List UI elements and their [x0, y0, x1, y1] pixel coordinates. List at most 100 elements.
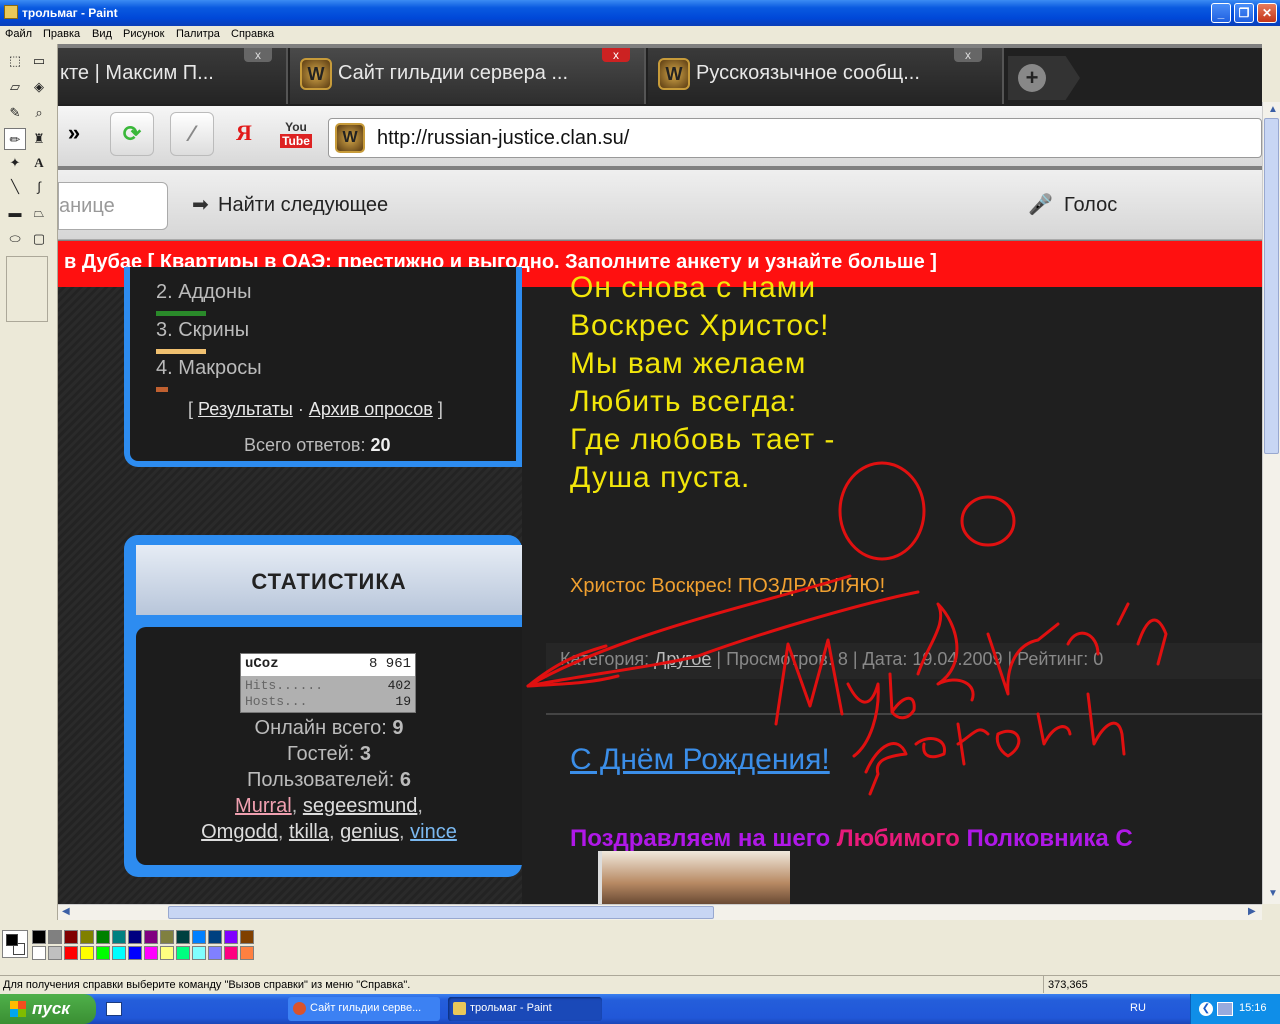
show-desktop-icon[interactable] — [106, 1002, 122, 1016]
paint-canvas[interactable]: кте | Максим П... x W Сайт гильдии серве… — [58, 44, 1262, 904]
palette-swatch[interactable] — [160, 930, 174, 944]
menu-edit[interactable]: Правка — [43, 28, 80, 40]
category-link[interactable]: Другое — [654, 649, 711, 669]
palette-swatch[interactable] — [224, 946, 238, 960]
magnifier-icon[interactable]: ⌕ — [28, 102, 50, 124]
scroll-up-icon[interactable]: ▲ — [1268, 104, 1278, 115]
palette-swatch[interactable] — [80, 946, 94, 960]
current-colors[interactable] — [2, 930, 28, 958]
horizontal-scroll-thumb[interactable] — [168, 906, 714, 919]
palette-swatch[interactable] — [32, 946, 46, 960]
palette-swatch[interactable] — [240, 946, 254, 960]
palette-swatch[interactable] — [64, 946, 78, 960]
palette-swatch[interactable] — [144, 946, 158, 960]
palette-swatch[interactable] — [224, 930, 238, 944]
browser-tab[interactable]: кте | Максим П... x — [58, 48, 288, 104]
palette-swatch[interactable] — [48, 946, 62, 960]
results-link[interactable]: Результаты — [198, 399, 293, 419]
forward-icon[interactable]: » — [58, 112, 96, 156]
palette-swatch[interactable] — [96, 930, 110, 944]
palette-swatch[interactable] — [240, 930, 254, 944]
clock[interactable]: 15:16 — [1239, 1002, 1267, 1014]
address-bar[interactable]: W http://russian-justice.clan.su/ — [328, 118, 1262, 158]
menu-file[interactable]: Файл — [5, 28, 32, 40]
palette-swatch[interactable] — [160, 946, 174, 960]
user-link[interactable]: genius — [340, 821, 399, 843]
find-input[interactable]: анице — [58, 182, 168, 230]
new-tab-button[interactable]: + — [1008, 56, 1080, 100]
menu-palette[interactable]: Палитра — [176, 28, 220, 40]
menu-image[interactable]: Рисунок — [123, 28, 165, 40]
polygon-icon[interactable]: ⏢ — [28, 202, 50, 224]
select-rect-icon[interactable]: ▭ — [28, 50, 50, 72]
tab-close-icon[interactable]: x — [954, 48, 982, 62]
palette-swatch[interactable] — [192, 946, 206, 960]
minimize-button[interactable]: _ — [1211, 3, 1231, 23]
palette-swatch[interactable] — [32, 930, 46, 944]
palette-swatch[interactable] — [96, 946, 110, 960]
palette-swatch[interactable] — [48, 930, 62, 944]
voice-button[interactable]: 🎤 Голос — [1028, 192, 1117, 217]
palette-swatch[interactable] — [176, 946, 190, 960]
youtube-icon[interactable]: You Tube — [274, 112, 318, 156]
close-button[interactable]: ✕ — [1257, 3, 1277, 23]
taskbar-item-paint[interactable]: трольмаг - Paint — [448, 997, 602, 1021]
scroll-down-icon[interactable]: ▼ — [1268, 888, 1278, 899]
user-link[interactable]: segeesmund — [303, 795, 418, 817]
palette-swatch[interactable] — [128, 946, 142, 960]
browser-tab[interactable]: W Русскоязычное сообщ... x — [648, 48, 1004, 104]
rectangle-icon[interactable]: ▬ — [4, 202, 26, 224]
vertical-scrollbar[interactable]: ▲ ▼ — [1262, 102, 1280, 904]
horizontal-scrollbar[interactable]: ◀ ▶ — [58, 904, 1262, 920]
palette-swatch[interactable] — [80, 930, 94, 944]
vertical-scroll-thumb[interactable] — [1264, 118, 1279, 454]
scroll-left-icon[interactable]: ◀ — [62, 906, 70, 917]
palette-swatch[interactable] — [64, 930, 78, 944]
palette-swatch[interactable] — [112, 930, 126, 944]
user-link[interactable]: vince — [410, 821, 457, 843]
tab-close-icon[interactable]: x — [244, 48, 272, 62]
user-link[interactable]: tkilla — [289, 821, 329, 843]
palette-swatch[interactable] — [208, 946, 222, 960]
airbrush-icon[interactable]: ✦ — [4, 152, 26, 174]
palette-swatch[interactable] — [208, 930, 222, 944]
reload-icon[interactable]: ⟳ — [110, 112, 154, 156]
tab-close-icon[interactable]: x — [602, 48, 630, 62]
ucoz-counter[interactable]: uCoz 8 961 Hits...... 402 Hosts... 19 — [240, 653, 416, 713]
brush-icon[interactable]: ♜ — [28, 128, 50, 150]
menu-view[interactable]: Вид — [92, 28, 112, 40]
palette-swatch[interactable] — [176, 930, 190, 944]
eraser-icon[interactable]: ▱ — [4, 76, 26, 98]
tool-options-box[interactable] — [6, 256, 48, 322]
palette-swatch[interactable] — [144, 930, 158, 944]
user-link[interactable]: Omgodd — [201, 821, 278, 843]
palette-swatch[interactable] — [128, 930, 142, 944]
birthday-post-link[interactable]: С Днём Рождения! — [570, 743, 830, 777]
palette-swatch[interactable] — [192, 930, 206, 944]
text-icon[interactable]: A — [28, 152, 50, 174]
pen-icon[interactable]: ⁄ — [170, 112, 214, 156]
find-next-label: Найти следующее — [218, 194, 389, 216]
ellipse-icon[interactable]: ⬭ — [4, 228, 26, 250]
line-icon[interactable]: ╲ — [4, 176, 26, 198]
select-free-icon[interactable]: ⬚ — [4, 50, 26, 72]
language-indicator[interactable]: RU — [1130, 1002, 1146, 1014]
network-icon[interactable] — [1217, 1002, 1233, 1016]
browser-tab-active[interactable]: W Сайт гильдии сервера ... x — [290, 48, 646, 104]
find-next-button[interactable]: ➡ Найти следующее — [192, 192, 388, 217]
maximize-button[interactable]: ❐ — [1234, 3, 1254, 23]
picker-icon[interactable]: ✎ — [4, 102, 26, 124]
fill-icon[interactable]: ◈ — [28, 76, 50, 98]
start-button[interactable]: пуск — [0, 994, 96, 1024]
user-link[interactable]: Murral — [235, 795, 292, 817]
taskbar-item-browser[interactable]: Сайт гильдии серве... — [288, 997, 440, 1021]
menu-help[interactable]: Справка — [231, 28, 274, 40]
curve-icon[interactable]: ∫ — [28, 176, 50, 198]
tray-expand-icon[interactable]: ❮ — [1199, 1002, 1213, 1016]
yandex-icon[interactable]: Я — [222, 112, 266, 156]
archive-link[interactable]: Архив опросов — [309, 399, 433, 419]
scroll-right-icon[interactable]: ▶ — [1248, 906, 1256, 917]
pencil-icon[interactable]: ✏ — [4, 128, 26, 150]
palette-swatch[interactable] — [112, 946, 126, 960]
rounded-rect-icon[interactable]: ▢ — [28, 228, 50, 250]
